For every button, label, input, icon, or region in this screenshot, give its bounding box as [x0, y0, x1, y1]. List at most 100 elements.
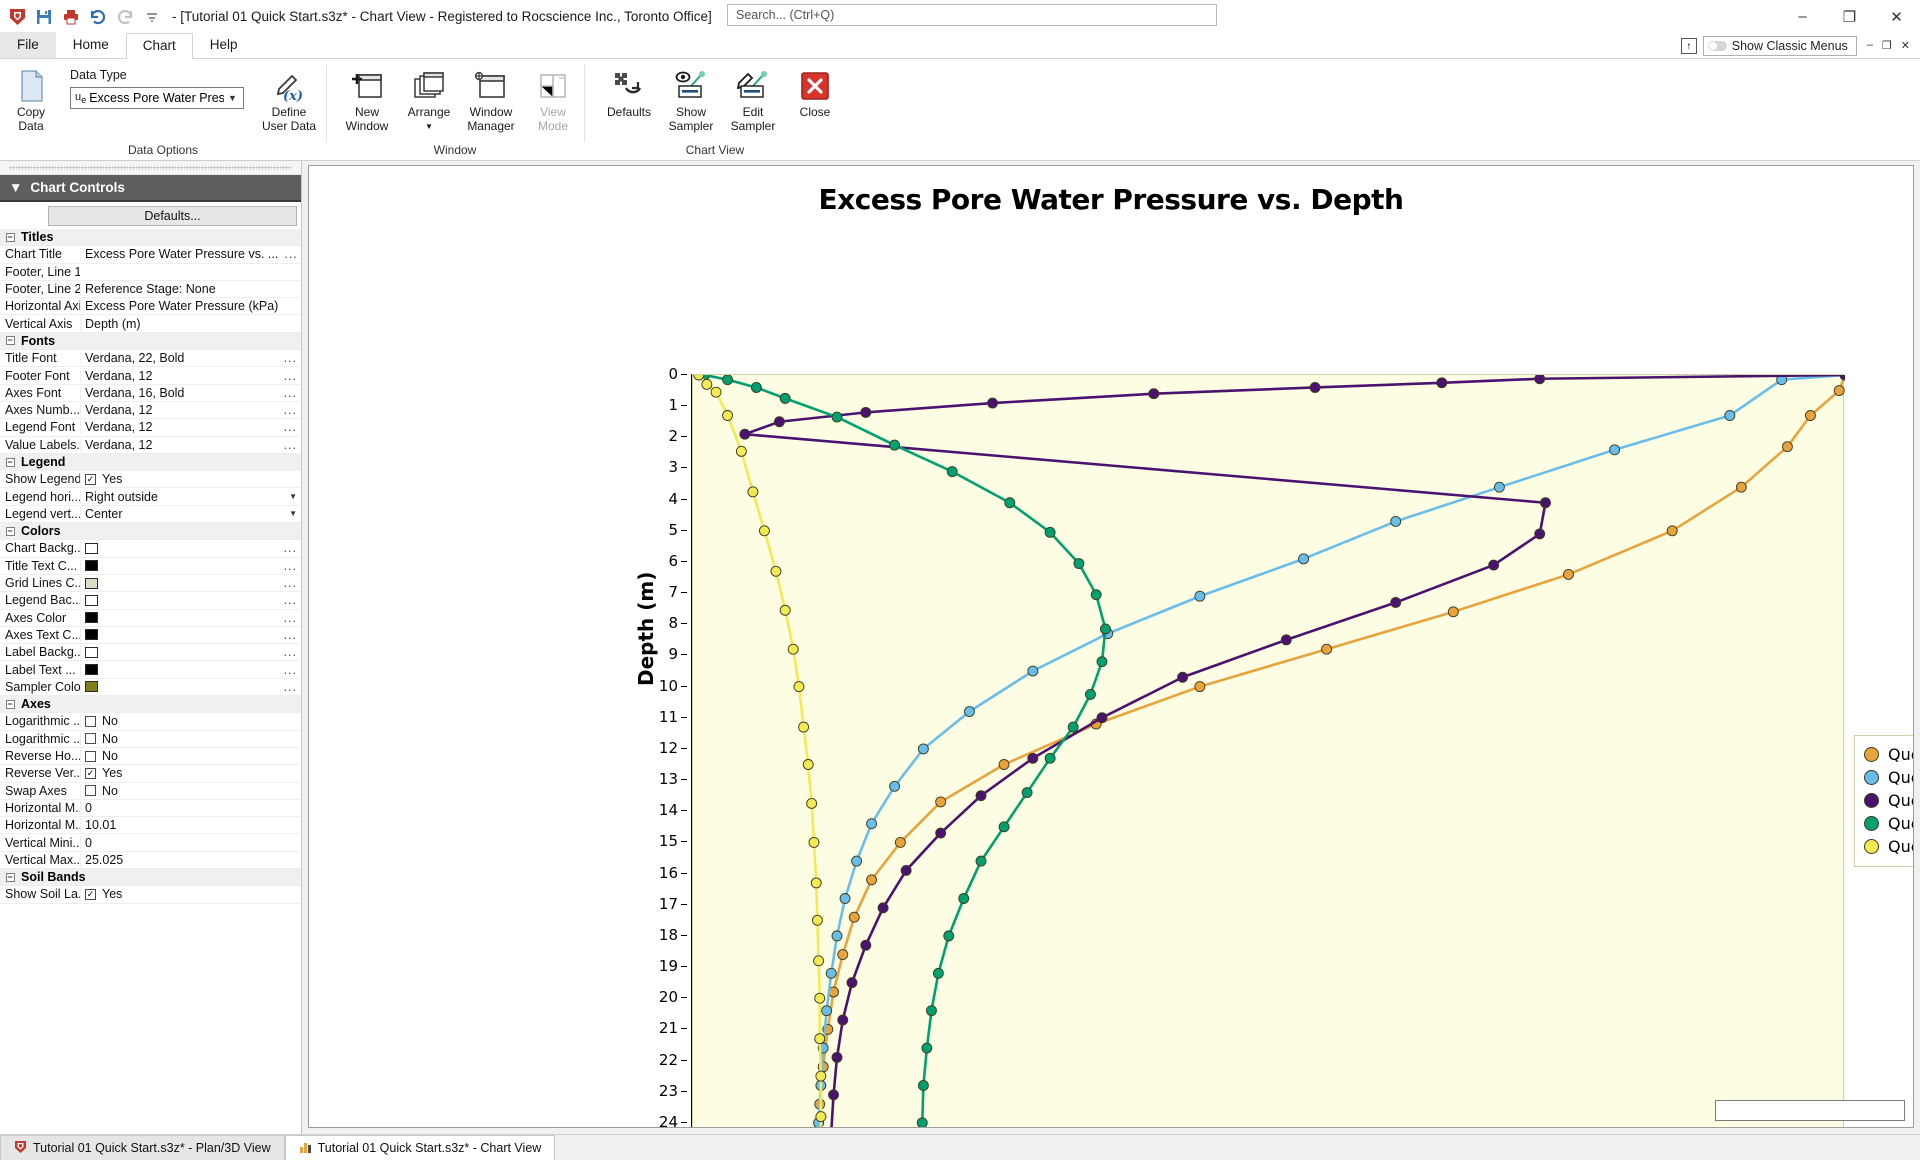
property-value[interactable]: No	[80, 784, 301, 798]
property-row[interactable]: Axes FontVerdana, 16, Bold...	[0, 385, 301, 402]
legend-item[interactable]: Query Point 1 (Stage 3 = 1 y)	[1864, 789, 1914, 812]
close-chart-button[interactable]: Close	[784, 64, 846, 120]
data-point[interactable]	[1322, 644, 1332, 654]
property-row[interactable]: Sampler Color...	[0, 679, 301, 696]
data-point[interactable]	[822, 1006, 832, 1016]
data-point[interactable]	[807, 798, 817, 808]
data-point[interactable]	[988, 398, 998, 408]
ellipsis-button[interactable]: ...	[284, 559, 301, 573]
property-row[interactable]: Footer FontVerdana, 12...	[0, 367, 301, 384]
data-point[interactable]	[811, 878, 821, 888]
property-row[interactable]: Vertical Mini...0	[0, 834, 301, 851]
property-row[interactable]: Grid Lines C......	[0, 575, 301, 592]
data-point[interactable]	[840, 893, 850, 903]
property-value[interactable]: Verdana, 22, Bold...	[80, 351, 301, 365]
property-value[interactable]: No	[80, 732, 301, 746]
search-input[interactable]: Search... (Ctrl+Q)	[727, 4, 1217, 26]
data-point[interactable]	[816, 1071, 826, 1081]
data-point[interactable]	[815, 1034, 825, 1044]
data-point[interactable]	[849, 912, 859, 922]
mdi-minimize-button[interactable]: –	[1867, 39, 1873, 52]
property-row[interactable]: Vertical Max...25.025	[0, 852, 301, 869]
data-type-combobox[interactable]: ue Excess Pore Water Pressure ▼	[70, 87, 244, 109]
ribbon-tab-home[interactable]: Home	[56, 32, 126, 58]
property-row[interactable]: Title Text C......	[0, 558, 301, 575]
chart-controls-header[interactable]: ▼ Chart Controls	[0, 175, 301, 202]
property-value[interactable]: ...	[80, 576, 301, 590]
data-point[interactable]	[774, 417, 784, 427]
property-value[interactable]: 10.01	[80, 818, 301, 832]
ribbon-tab-chart[interactable]: Chart	[126, 33, 193, 59]
property-row[interactable]: Footer, Line 1	[0, 264, 301, 281]
property-value[interactable]: Right outside▼	[80, 490, 301, 504]
property-row[interactable]: Title FontVerdana, 22, Bold...	[0, 350, 301, 367]
chevron-down-icon[interactable]: ▼	[289, 509, 301, 518]
define-user-data-button[interactable]: (x) Define User Data	[252, 64, 326, 133]
ellipsis-button[interactable]: ...	[284, 645, 301, 659]
new-window-button[interactable]: New Window	[336, 64, 398, 133]
property-row[interactable]: Vertical AxisDepth (m)	[0, 315, 301, 332]
data-point[interactable]	[723, 411, 733, 421]
color-swatch[interactable]	[85, 560, 98, 571]
data-point[interactable]	[736, 446, 746, 456]
collapse-icon[interactable]: −	[0, 873, 20, 882]
data-point[interactable]	[838, 950, 848, 960]
data-point[interactable]	[1834, 386, 1844, 396]
property-group-legend[interactable]: −Legend	[0, 454, 301, 471]
collapse-icon[interactable]: −	[0, 527, 20, 536]
data-point[interactable]	[1535, 529, 1545, 539]
data-point[interactable]	[1535, 375, 1545, 384]
data-point[interactable]	[976, 791, 986, 801]
collapse-icon[interactable]: −	[0, 700, 20, 709]
data-point[interactable]	[1005, 498, 1015, 508]
data-point[interactable]	[1391, 516, 1401, 526]
property-row[interactable]: Horizontal M...10.01	[0, 817, 301, 834]
customize-qat-icon[interactable]	[142, 7, 162, 27]
property-value[interactable]: 0	[80, 836, 301, 850]
data-point[interactable]	[771, 566, 781, 576]
collapse-icon[interactable]: −	[0, 336, 20, 345]
property-value[interactable]: 0	[80, 801, 301, 815]
mdi-restore-button[interactable]: ❐	[1882, 39, 1892, 52]
property-value[interactable]: ✓Yes	[80, 887, 301, 901]
property-value[interactable]: ✓Yes	[80, 472, 301, 486]
copy-data-button[interactable]: Copy Data	[0, 64, 62, 133]
data-point[interactable]	[1028, 666, 1038, 676]
arrange-dropdown-icon[interactable]: ▼	[425, 120, 433, 134]
ellipsis-button[interactable]: ...	[284, 680, 301, 694]
property-row[interactable]: Chart Backg......	[0, 540, 301, 557]
data-point[interactable]	[1299, 554, 1309, 564]
data-point[interactable]	[861, 940, 871, 950]
property-row[interactable]: Legend hori...Right outside▼	[0, 488, 301, 505]
property-row[interactable]: Value Labels...Verdana, 12...	[0, 437, 301, 454]
data-point[interactable]	[829, 1090, 839, 1100]
data-point[interactable]	[814, 956, 824, 966]
data-point[interactable]	[918, 744, 928, 754]
property-group-colors[interactable]: −Colors	[0, 523, 301, 540]
data-point[interactable]	[1022, 788, 1032, 798]
chevron-down-icon[interactable]: ▼	[224, 93, 241, 103]
data-point[interactable]	[748, 487, 758, 497]
checkbox-icon[interactable]: ✓	[85, 768, 96, 779]
property-row[interactable]: Show Legend✓Yes	[0, 471, 301, 488]
undo-icon[interactable]	[88, 7, 108, 27]
maximize-restore-button[interactable]: ❐	[1826, 0, 1873, 33]
property-value[interactable]: Depth (m)	[80, 317, 301, 331]
property-row[interactable]: Legend FontVerdana, 12...	[0, 419, 301, 436]
data-point[interactable]	[1028, 753, 1038, 763]
legend-item[interactable]: Query Point 1 (Stage 4 = 10 y)	[1864, 812, 1914, 835]
data-point[interactable]	[740, 429, 750, 439]
data-point[interactable]	[780, 393, 790, 403]
data-point[interactable]	[1178, 672, 1188, 682]
color-swatch[interactable]	[85, 543, 98, 554]
chart-status-field[interactable]	[1715, 1100, 1905, 1121]
ellipsis-button[interactable]: ...	[284, 663, 301, 677]
property-row[interactable]: Footer, Line 2Reference Stage: None	[0, 281, 301, 298]
property-value[interactable]: Verdana, 16, Bold...	[80, 386, 301, 400]
property-row[interactable]: Horizontal M...0	[0, 800, 301, 817]
property-group-axes[interactable]: −Axes	[0, 696, 301, 713]
close-window-button[interactable]: ✕	[1873, 0, 1920, 33]
data-point[interactable]	[1097, 657, 1107, 667]
data-point[interactable]	[867, 819, 877, 829]
property-value[interactable]: No	[80, 714, 301, 728]
